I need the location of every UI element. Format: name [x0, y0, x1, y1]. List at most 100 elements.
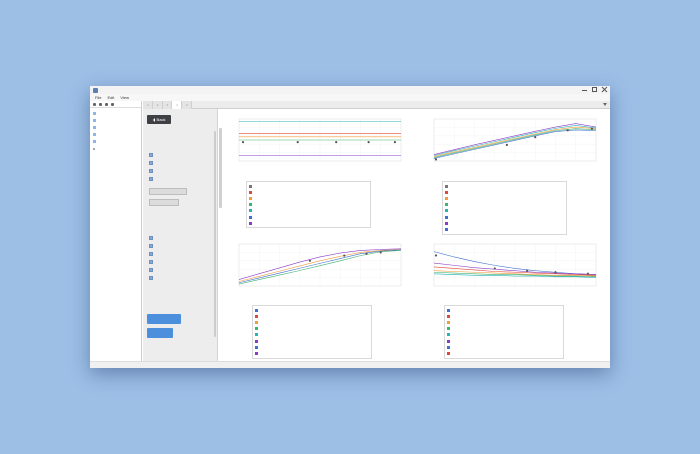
options-panel: Back	[143, 109, 218, 361]
legend-swatch	[447, 327, 450, 331]
back-button-label: Back	[156, 117, 166, 122]
close-icon[interactable]: ×	[176, 103, 178, 107]
data-point	[493, 267, 496, 270]
legend-swatch	[445, 190, 448, 194]
up-icon[interactable]	[105, 102, 108, 106]
checkbox-icon	[149, 252, 153, 256]
chart-legend	[252, 305, 372, 359]
checkbox[interactable]	[149, 268, 209, 272]
legend-entry	[249, 220, 368, 226]
checkbox-icon	[149, 244, 153, 248]
data-point	[505, 143, 508, 146]
minimize-icon[interactable]	[582, 87, 587, 92]
tree-toolbar	[90, 101, 141, 108]
tab[interactable]: ×	[182, 101, 192, 109]
legend-swatch	[255, 333, 258, 337]
menu-file[interactable]: File	[95, 95, 101, 100]
data-point	[526, 269, 529, 272]
tab[interactable]: ×	[152, 101, 163, 109]
close-icon[interactable]	[602, 87, 607, 92]
checkbox-icon	[149, 169, 153, 173]
legend-swatch	[255, 327, 258, 331]
checkbox[interactable]	[149, 169, 209, 173]
checkbox[interactable]	[149, 260, 209, 264]
legend-swatch	[255, 339, 258, 343]
legend-swatch	[255, 314, 258, 318]
legend-swatch	[249, 196, 252, 200]
project-tree	[90, 108, 141, 154]
checkbox[interactable]	[149, 153, 209, 157]
clear-button[interactable]	[149, 199, 179, 206]
tree-item[interactable]	[93, 138, 138, 145]
menu-bar: File Edit View	[90, 94, 610, 101]
tab[interactable]: ×	[143, 101, 153, 109]
file-icon	[93, 119, 96, 122]
charts-area	[222, 109, 608, 361]
data-point	[534, 135, 537, 139]
legend-swatch	[447, 314, 450, 318]
checkbox[interactable]	[149, 236, 209, 240]
file-icon	[93, 126, 96, 129]
select-all-button[interactable]	[149, 188, 187, 195]
checkbox[interactable]	[149, 244, 209, 248]
menu-edit[interactable]: Edit	[107, 95, 114, 100]
chart-svg	[238, 243, 402, 287]
remove-icon[interactable]	[99, 102, 102, 106]
data-point	[554, 271, 557, 274]
legend-swatch	[445, 209, 448, 213]
checkbox[interactable]	[149, 177, 209, 181]
menu-view[interactable]: View	[120, 95, 129, 100]
checkbox[interactable]	[149, 276, 209, 280]
data-point	[590, 127, 594, 130]
checkbox-icon	[149, 268, 153, 272]
arrow-left-icon	[152, 117, 155, 122]
tab[interactable]: ×	[162, 101, 173, 109]
checkbox-icon	[149, 177, 153, 181]
maximize-icon[interactable]	[592, 87, 597, 92]
back-button[interactable]: Back	[147, 115, 171, 124]
data-point	[379, 251, 382, 254]
chart-svg	[238, 118, 402, 162]
app-window: File Edit View × × × × × Back	[90, 86, 610, 368]
tree-item[interactable]	[93, 117, 138, 124]
checkbox[interactable]	[149, 161, 209, 165]
legend-swatch	[447, 333, 450, 337]
legend-swatch	[447, 308, 450, 312]
legend-swatch	[249, 203, 252, 207]
legend-swatch	[255, 351, 258, 355]
data-point	[343, 254, 346, 257]
close-icon[interactable]: ×	[147, 103, 149, 107]
legend-entry	[255, 350, 369, 356]
checkbox-icon	[149, 236, 153, 240]
chart-legend	[442, 181, 567, 235]
legend-swatch	[249, 190, 252, 194]
legend-swatch	[445, 184, 448, 188]
tree-item[interactable]	[93, 124, 138, 131]
close-icon[interactable]: ×	[167, 103, 169, 107]
app-icon	[93, 87, 98, 93]
data-point	[393, 141, 397, 144]
chart-legend	[444, 305, 564, 359]
chart-panel	[225, 111, 405, 173]
primary-action-button[interactable]	[147, 314, 181, 324]
close-icon[interactable]: ×	[186, 103, 188, 107]
tree-item[interactable]	[93, 110, 138, 117]
add-icon[interactable]	[93, 102, 96, 106]
tab-overflow-icon[interactable]	[603, 103, 607, 106]
data-point	[586, 272, 589, 275]
tab-active[interactable]: ×	[172, 101, 183, 109]
legend-swatch	[249, 221, 252, 225]
project-tree-panel	[90, 101, 142, 361]
panel-scrollbar[interactable]	[214, 131, 216, 337]
secondary-action-button[interactable]	[147, 328, 173, 338]
bullet-icon	[93, 147, 95, 150]
down-icon[interactable]	[111, 102, 114, 106]
checkbox-icon	[149, 153, 153, 157]
tree-item[interactable]	[93, 145, 138, 152]
tree-item[interactable]	[93, 131, 138, 138]
checkbox[interactable]	[149, 252, 209, 256]
close-icon[interactable]: ×	[157, 103, 159, 107]
file-icon	[93, 140, 96, 143]
legend-swatch	[249, 209, 252, 213]
legend-swatch	[445, 215, 448, 219]
